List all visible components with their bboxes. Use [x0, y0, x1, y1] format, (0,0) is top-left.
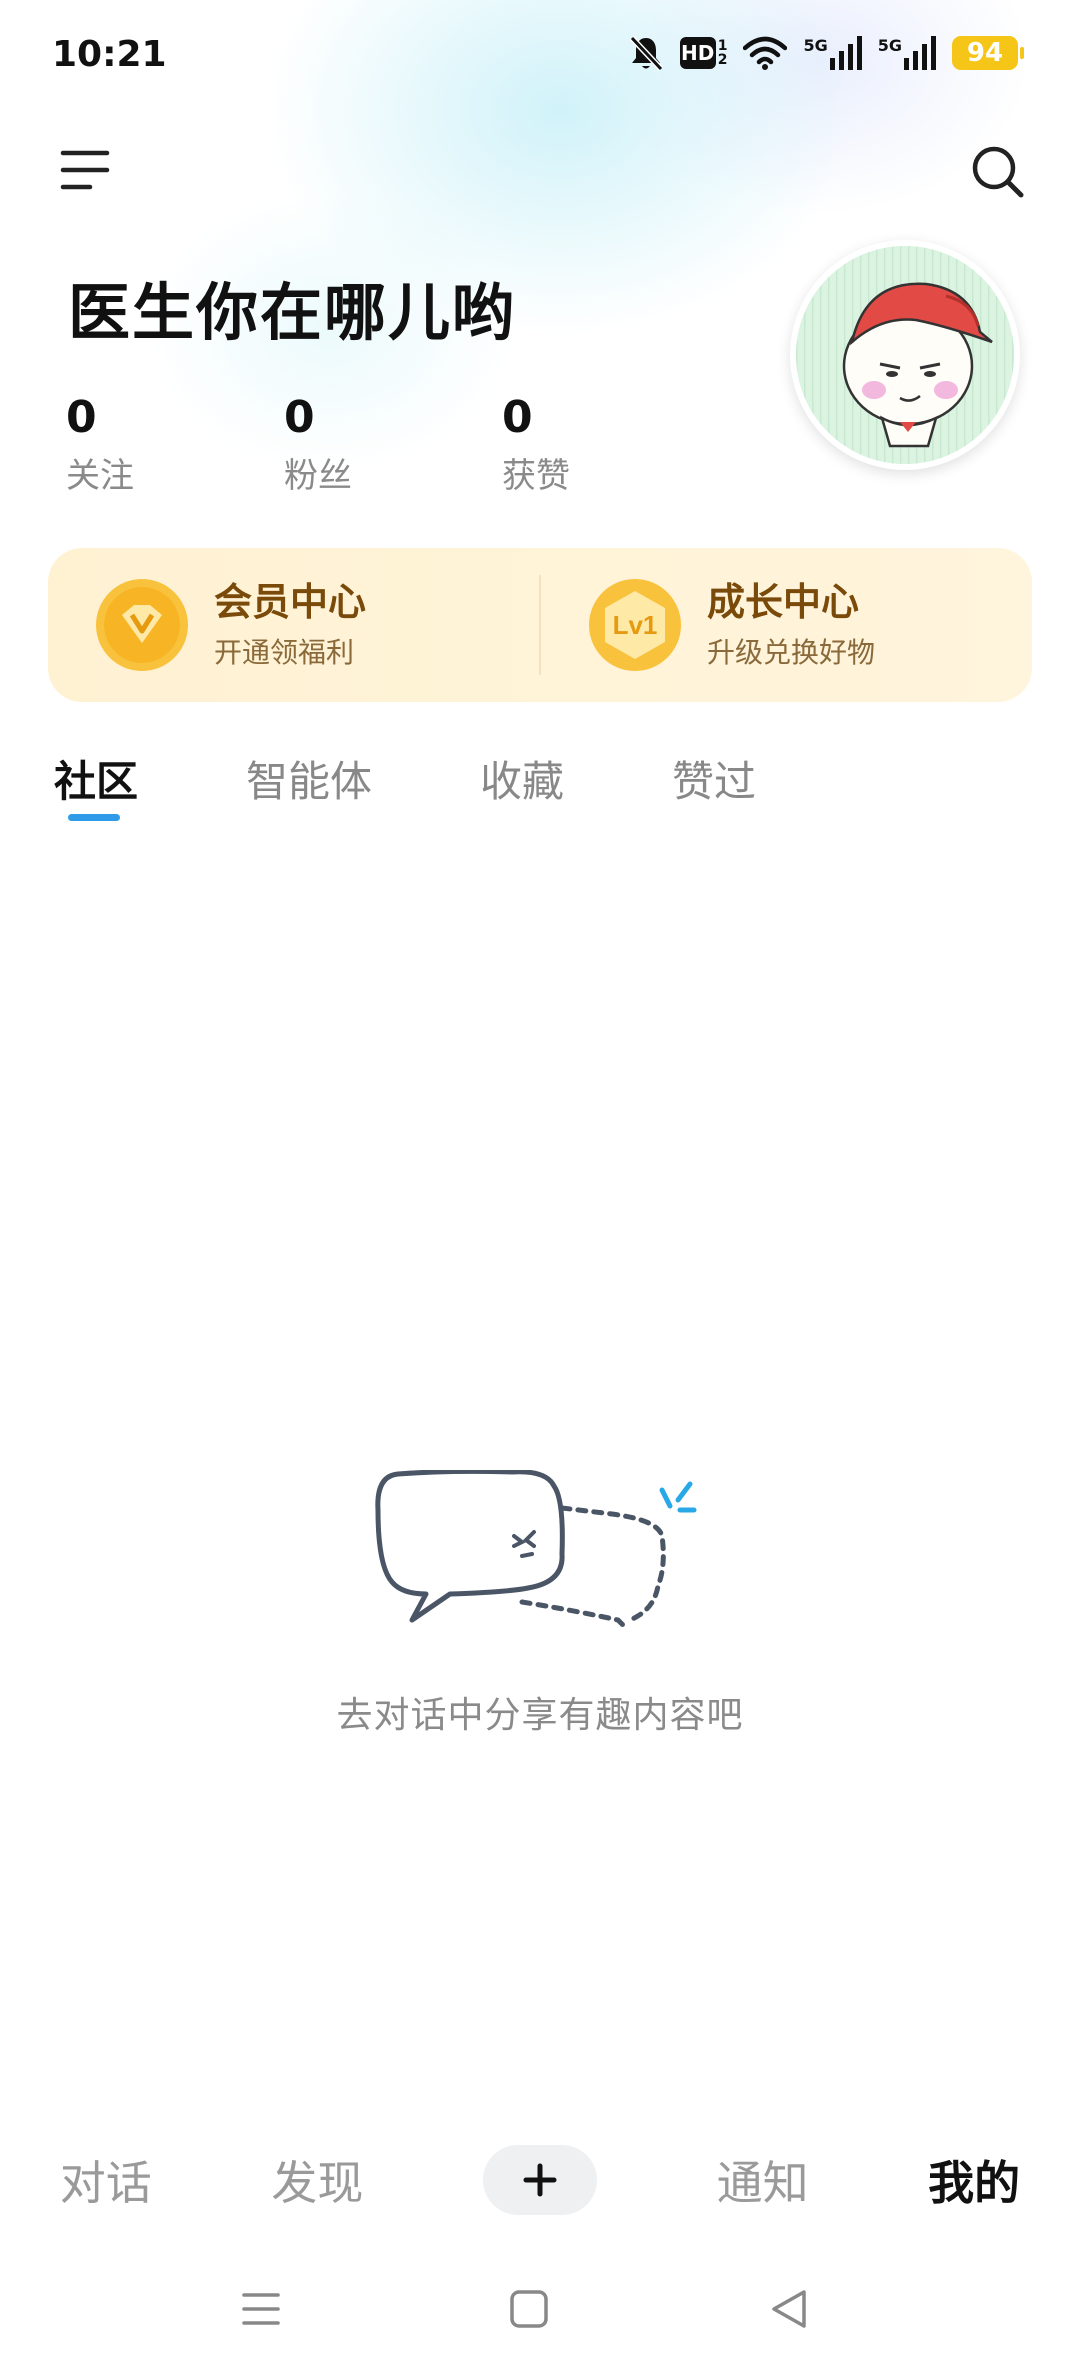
tab-favorites[interactable]: 收藏: [480, 748, 564, 809]
tab-agents[interactable]: 智能体: [246, 748, 372, 809]
svg-text:Lv1: Lv1: [613, 610, 658, 640]
stat-value: 0: [502, 392, 533, 443]
stat-label: 获赞: [502, 456, 570, 496]
vip-card: 会员中心 开通领福利 Lv1 成长中心 升级兑换好物: [48, 548, 1032, 702]
battery-icon: 94: [952, 36, 1024, 70]
stat-followers[interactable]: 0 粉丝: [284, 392, 502, 497]
menu-lines-icon: [242, 2293, 280, 2325]
home-button[interactable]: [506, 2286, 552, 2332]
back-triangle-icon: [772, 2290, 806, 2328]
bell-off-icon: [629, 35, 663, 72]
growth-center-entry[interactable]: Lv1 成长中心 升级兑换好物: [541, 548, 1032, 702]
profile-stats: 0 关注 0 粉丝 0 获赞: [66, 392, 720, 497]
net-label-sim1: 5G: [803, 36, 828, 55]
stat-label: 关注: [66, 456, 134, 496]
search-button[interactable]: [970, 144, 1026, 200]
level-badge-icon: Lv1: [589, 579, 681, 671]
tab-label: 赞过: [672, 757, 757, 806]
empty-state-text: 去对话中分享有趣内容吧: [336, 1695, 744, 1736]
bottom-nav: 对话 发现 通知 我的: [0, 2130, 1080, 2230]
status-icons: HD 1 2 5G 5G 94: [628, 34, 1024, 72]
tab-liked[interactable]: 赞过: [672, 748, 756, 809]
member-center-subtitle: 开通领福利: [214, 636, 355, 669]
recents-button[interactable]: [238, 2286, 284, 2332]
net-label-sim2: 5G: [877, 36, 902, 55]
create-button[interactable]: [482, 2145, 597, 2215]
hd-sub-top: 1: [717, 38, 728, 54]
menu-button[interactable]: [60, 148, 110, 192]
hd-indicator: HD 1 2: [679, 37, 728, 69]
hd-badge: HD: [679, 37, 716, 69]
stat-value: 0: [284, 392, 315, 443]
member-center-entry[interactable]: 会员中心 开通领福利: [48, 548, 539, 702]
search-icon: [972, 146, 1024, 198]
stat-likes[interactable]: 0 获赞: [502, 392, 720, 497]
plus-icon: [523, 2163, 557, 2197]
avatar[interactable]: [790, 240, 1020, 470]
tab-active-indicator: [68, 814, 120, 821]
square-icon: [510, 2290, 548, 2328]
nav-chat[interactable]: 对话: [60, 2147, 152, 2213]
menu-icon: [60, 150, 110, 190]
hd-sub-bottom: 2: [717, 52, 728, 68]
signal-icon: [904, 36, 936, 70]
signal-icon: [829, 36, 862, 70]
tab-label: 智能体: [246, 757, 373, 806]
growth-center-subtitle: 升级兑换好物: [707, 636, 876, 669]
status-time: 10:21: [52, 34, 167, 75]
tab-label: 社区: [54, 757, 139, 806]
vip-diamond-icon: [96, 579, 188, 671]
stat-value: 0: [66, 392, 97, 443]
system-nav-bar: [0, 2270, 1080, 2350]
tab-community[interactable]: 社区: [54, 748, 139, 821]
signal-sim2: 5G: [878, 36, 936, 70]
stat-following[interactable]: 0 关注: [66, 392, 284, 497]
nav-notifications[interactable]: 通知: [717, 2147, 809, 2213]
avatar-cartoon-icon: [796, 246, 1014, 464]
stat-label: 粉丝: [284, 456, 352, 496]
username: 医生你在哪儿哟: [68, 276, 517, 349]
nav-discover[interactable]: 发现: [271, 2147, 363, 2213]
signal-sim1: 5G: [803, 36, 862, 70]
wifi-icon: [743, 36, 788, 70]
nav-me[interactable]: 我的: [928, 2147, 1020, 2213]
profile-tabs: 社区 智能体 收藏 赞过: [54, 748, 864, 821]
back-button[interactable]: [766, 2286, 812, 2332]
empty-chat-bubbles-icon: [372, 1468, 708, 1640]
tab-label: 收藏: [480, 757, 565, 806]
growth-center-title: 成长中心: [707, 580, 860, 624]
member-center-title: 会员中心: [214, 580, 367, 624]
